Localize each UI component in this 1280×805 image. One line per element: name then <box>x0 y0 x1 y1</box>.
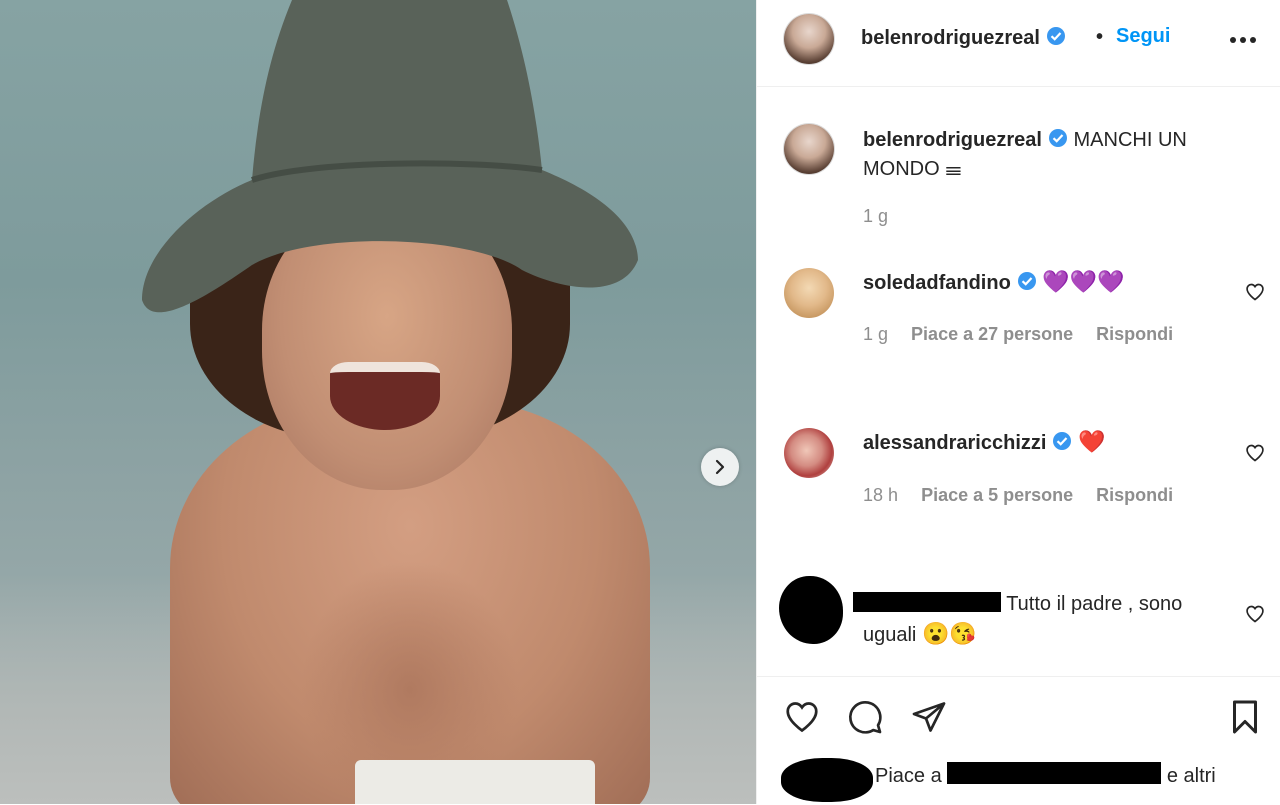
post-header: belenrodriguezreal • Segui <box>757 0 1280 87</box>
verified-badge-icon <box>1046 27 1065 45</box>
heart-icon[interactable] <box>783 699 821 735</box>
photo-child-shorts <box>355 760 595 804</box>
next-photo-button[interactable] <box>701 448 739 486</box>
caption-emoji: 𝍢 <box>945 158 962 180</box>
more-horizontal-icon[interactable] <box>1229 36 1257 44</box>
comment-reply-link[interactable]: Rispondi <box>1096 485 1173 505</box>
verified-badge-icon <box>1017 272 1036 290</box>
comment-time: 1 g <box>863 324 889 344</box>
caption-time: 1 g <box>863 206 889 226</box>
post-side-panel: belenrodriguezreal • Segui belenrodrigue… <box>756 0 1280 804</box>
comment-avatar[interactable] <box>784 428 834 478</box>
author-username[interactable]: belenrodriguezreal <box>861 26 1066 50</box>
comment-item: alessandraricchizzi ❤️ <box>863 427 1223 458</box>
comment-meta: 1 g Piace a 27 persone Rispondi <box>863 324 1191 345</box>
paper-plane-icon[interactable] <box>911 699 947 735</box>
likes-summary[interactable]: Piace a e altri <box>875 762 1216 788</box>
comment-likes-link[interactable]: Piace a 27 persone <box>911 324 1073 344</box>
chevron-right-icon <box>715 459 725 475</box>
photo-bucket-hat <box>142 0 638 313</box>
redacted-username <box>853 592 1001 612</box>
caption-avatar[interactable] <box>784 124 834 174</box>
comment-like-heart-icon[interactable] <box>1245 604 1265 624</box>
comment-reply-link[interactable]: Rispondi <box>1096 324 1173 344</box>
caption-username[interactable]: belenrodriguezreal <box>863 129 1042 151</box>
follow-button[interactable]: Segui <box>1116 25 1170 48</box>
comment-like-heart-icon[interactable] <box>1245 443 1265 463</box>
comment-meta: 18 h Piace a 5 persone Rispondi <box>863 485 1191 506</box>
comment-text: 💜💜💜 <box>1042 269 1125 294</box>
comment-username[interactable]: soledadfandino <box>863 272 1011 294</box>
comment-bubble-icon[interactable] <box>847 699 883 735</box>
post-caption: belenrodriguezreal MANCHI UN MONDO 𝍢 <box>863 126 1243 184</box>
verified-badge-icon <box>1053 432 1072 450</box>
author-avatar[interactable] <box>784 14 834 64</box>
header-separator: • <box>1096 26 1104 48</box>
post-photo[interactable] <box>0 0 756 804</box>
bookmark-icon[interactable] <box>1229 699 1261 735</box>
comment-likes-link[interactable]: Piace a 5 persone <box>921 485 1073 505</box>
comment-item: soledadfandino 💜💜💜 <box>863 267 1223 298</box>
redacted-liker-name <box>947 762 1162 784</box>
verified-badge-icon <box>1048 129 1067 147</box>
comment-emoji: 😮😘 <box>921 621 977 646</box>
comment-item: Tutto il padre , sono uguali 😮😘 <box>853 590 1233 650</box>
comment-avatar[interactable] <box>784 268 834 318</box>
comment-time: 18 h <box>863 485 899 505</box>
comment-like-heart-icon[interactable] <box>1245 282 1265 302</box>
comment-username[interactable]: alessandraricchizzi <box>863 432 1046 454</box>
redacted-liker-avatar <box>781 758 873 802</box>
photo-child-smile <box>330 362 440 430</box>
instagram-post-view: belenrodriguezreal • Segui belenrodrigue… <box>0 0 1280 804</box>
comment-text: ❤️ <box>1078 429 1106 454</box>
redacted-avatar <box>779 576 843 644</box>
